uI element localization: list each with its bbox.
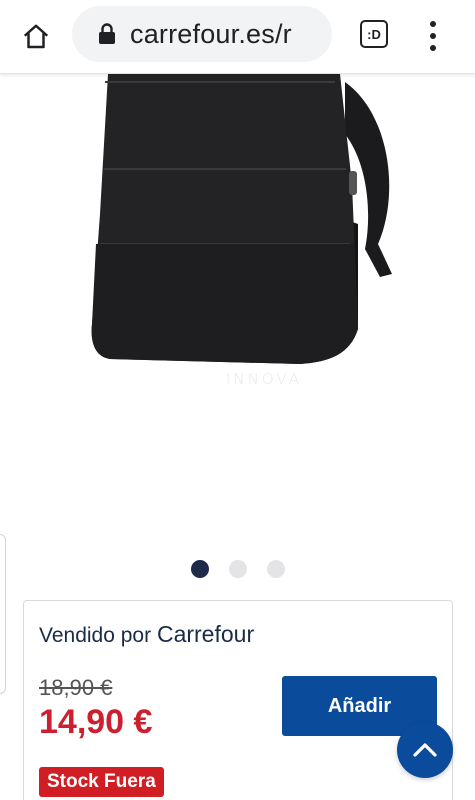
backpack-illustration xyxy=(91,74,392,364)
sold-by-line: Vendido por Carrefour xyxy=(39,621,254,648)
current-price: 14,90 € xyxy=(39,703,153,741)
tab-switcher-button[interactable]: :D xyxy=(360,20,388,48)
scroll-to-top-button[interactable] xyxy=(397,722,453,778)
home-button[interactable] xyxy=(16,17,56,57)
carousel-dot[interactable] xyxy=(190,560,209,578)
seller-offer-card: Vendido por Carrefour 18,90 € 14,90 € Añ… xyxy=(23,600,453,800)
sold-by-prefix: Vendido por xyxy=(39,624,152,647)
url-text: carrefour.es/r xyxy=(130,18,292,49)
brand-logo: INNOVA xyxy=(226,370,302,388)
home-icon xyxy=(23,24,49,49)
old-price: 18,90 € xyxy=(39,675,113,700)
stock-badge: Stock Fuera xyxy=(39,767,164,797)
browser-toolbar: carrefour.es/r :D xyxy=(0,0,475,74)
carousel-dot[interactable] xyxy=(228,560,247,578)
lock-icon xyxy=(98,23,116,45)
seller-name[interactable]: Carrefour xyxy=(157,621,254,647)
address-bar[interactable]: carrefour.es/r xyxy=(72,6,332,62)
product-image[interactable]: INNOVA xyxy=(0,74,475,544)
previous-card-edge xyxy=(0,534,6,694)
more-vert-icon[interactable] xyxy=(422,16,444,56)
tab-count: :D xyxy=(367,26,381,42)
chevron-up-icon xyxy=(413,743,437,757)
image-carousel-dots xyxy=(0,560,475,578)
carousel-dot[interactable] xyxy=(266,560,285,578)
